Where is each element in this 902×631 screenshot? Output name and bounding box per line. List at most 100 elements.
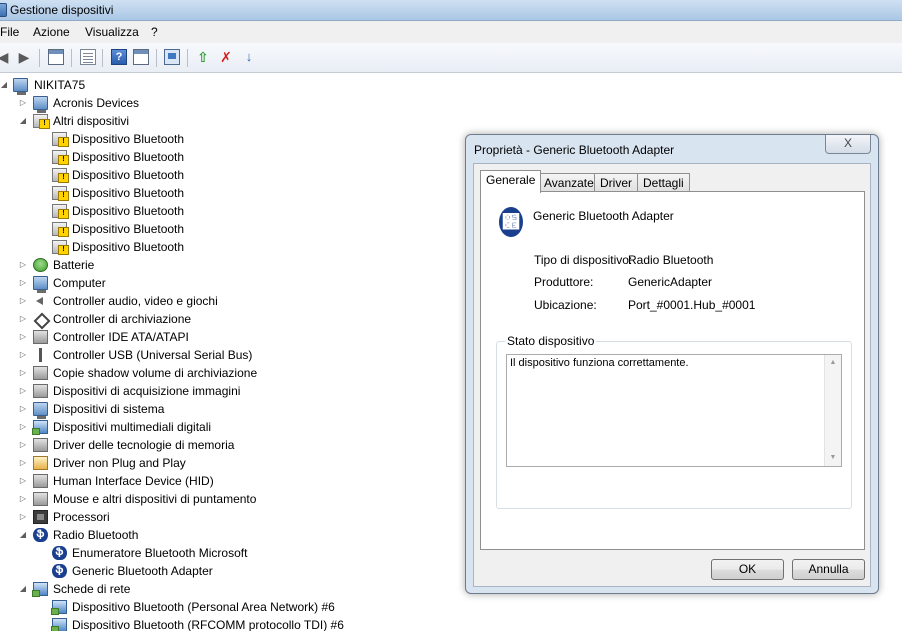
collapse-arrow-icon[interactable]: ▷ [19,454,27,472]
location-label: Ubicazione: [534,298,597,312]
tree-device[interactable]: Dispositivo Bluetooth (Personal Area Net… [0,598,460,616]
collapse-arrow-icon[interactable]: ▷ [19,382,27,400]
collapse-arrow-icon[interactable]: ▷ [19,490,27,508]
camera-icon [33,384,48,398]
plug-icon [33,456,48,470]
tab-driver[interactable]: Driver [594,173,638,193]
tree-device[interactable]: Dispositivo Bluetooth [0,148,460,166]
warning-device-icon [52,186,69,201]
collapse-arrow-icon[interactable]: ▷ [19,508,27,526]
tree-category[interactable]: ◢ ֆ Radio Bluetooth [0,526,460,544]
update-driver-icon[interactable]: ⇧ [195,49,211,65]
collapse-arrow-icon[interactable]: ▷ [19,292,27,310]
collapse-arrow-icon[interactable]: ▷ [19,472,27,490]
status-textbox[interactable]: Il dispositivo funziona correttamente. ▲… [506,354,842,467]
tree-device[interactable]: ֆ Generic Bluetooth Adapter [0,562,460,580]
scroll-down-icon[interactable]: ▼ [825,450,841,466]
tree-category[interactable]: ▷ Mouse e altri dispositivi di puntamento [0,490,460,508]
close-button[interactable]: X [825,135,871,154]
back-icon[interactable]: ◀ [0,49,11,65]
tab-generale[interactable]: Generale [480,170,542,193]
window-icon[interactable] [133,49,149,65]
tree-category[interactable]: ▷ Processori [0,508,460,526]
tree-device[interactable]: Dispositivo Bluetooth [0,184,460,202]
tree-root[interactable]: ◢ NIKITA75 [0,76,200,95]
expand-arrow-icon[interactable]: ◢ [19,580,27,598]
tree-category[interactable]: ▷ Controller IDE ATA/ATAPI [0,328,460,346]
warning-device-icon [52,132,69,147]
collapse-arrow-icon[interactable]: ▷ [19,436,27,454]
collapse-arrow-icon[interactable]: ▷ [19,328,27,346]
tree-category[interactable]: ▷ Driver non Plug and Play [0,454,460,472]
toolbar-separator [102,49,103,67]
menu-azione[interactable]: Azione [33,25,70,39]
expand-arrow-icon[interactable]: ◢ [19,112,27,130]
view-icon[interactable] [48,49,64,65]
collapse-arrow-icon[interactable]: ▷ [19,310,27,328]
tree-category[interactable]: ▷ Batterie [0,256,460,274]
tree-category[interactable]: ▷ Driver delle tecnologie di memoria [0,436,460,454]
tree-item-label: Computer [53,276,106,290]
tree-item-label: Dispositivo Bluetooth [72,240,185,254]
collapse-arrow-icon[interactable]: ▷ [19,346,27,364]
tree-device[interactable]: Dispositivo Bluetooth [0,220,460,238]
tree-category[interactable]: ▷ Copie shadow volume di archiviazione [0,364,460,382]
tree-item-label: Schede di rete [53,582,131,596]
network-icon [51,618,67,631]
collapse-arrow-icon[interactable]: ▷ [19,94,27,112]
tree-device[interactable]: Dispositivo Bluetooth [0,202,460,220]
properties-icon[interactable] [80,49,96,65]
disable-icon[interactable]: ↓ [241,49,257,65]
status-scrollbar[interactable]: ▲ ▼ [824,355,841,466]
cancel-button[interactable]: Annulla [792,559,865,580]
battery-icon [33,258,48,272]
scroll-up-icon[interactable]: ▲ [825,355,841,371]
tree-root-label: NIKITA75 [34,78,86,92]
warning-device-icon [52,150,69,165]
tree-device[interactable]: Dispositivo Bluetooth [0,166,460,184]
warning-device-icon [52,240,69,255]
ok-button[interactable]: OK [711,559,784,580]
help-icon[interactable]: ? [111,49,127,65]
tree-category[interactable]: ▷ Dispositivi di sistema [0,400,460,419]
tab-dettagli[interactable]: Dettagli [637,173,690,193]
collapse-arrow-icon[interactable]: ▷ [19,274,27,292]
tree-category[interactable]: ◢ Altri dispositivi [0,112,460,130]
menu-file[interactable]: File [0,25,19,39]
uninstall-icon[interactable]: ✗ [218,49,234,65]
collapse-arrow-icon[interactable]: ▷ [19,418,27,436]
tree-category[interactable]: ▷ Computer [0,274,460,293]
tree-category[interactable]: ▷ Acronis Devices [0,94,460,113]
tree-category[interactable]: ▷ Human Interface Device (HID) [0,472,460,490]
tree-device[interactable]: Dispositivo Bluetooth [0,238,460,256]
expand-arrow-icon[interactable]: ◢ [19,526,27,544]
tree-item-label: Controller USB (Universal Serial Bus) [53,348,253,362]
tab-avanzate[interactable]: Avanzate [538,173,600,193]
tree-category[interactable]: ▷ Dispositivi multimediali digitali [0,418,460,436]
tree-category[interactable]: ◢ Schede di rete [0,580,460,598]
computer-icon [33,402,48,419]
tree-item-label: Dispositivo Bluetooth [72,222,185,236]
tree-category[interactable]: ▷ Controller USB (Universal Serial Bus) [0,346,460,364]
tree-item-label: Dispositivo Bluetooth [72,186,185,200]
tree-device[interactable]: Dispositivo Bluetooth [0,130,460,148]
expand-arrow-icon[interactable]: ◢ [0,76,8,94]
menu-visualizza[interactable]: Visualizza [85,25,139,39]
tree-item-label: Driver non Plug and Play [53,456,186,470]
tree-item-label: Dispositivo Bluetooth [72,204,185,218]
collapse-arrow-icon[interactable]: ▷ [19,364,27,382]
tree-category[interactable]: ▷ Controller audio, video e giochi [0,292,460,310]
menu-help[interactable]: ? [151,25,158,39]
tree-item-label: Acronis Devices [53,96,140,110]
tree-category[interactable]: ▷ Dispositivi di acquisizione immagini [0,382,460,400]
collapse-arrow-icon[interactable]: ▷ [19,400,27,418]
tree-device[interactable]: Dispositivo Bluetooth (RFCOMM protocollo… [0,616,460,631]
computer-icon [33,96,48,113]
scan-icon[interactable] [164,49,180,65]
tree-category[interactable]: ▷ Controller di archiviazione [0,310,460,328]
tree-device[interactable]: ֆ Enumeratore Bluetooth Microsoft [0,544,460,562]
hid-icon [33,474,48,488]
forward-icon[interactable]: ▶ [16,49,32,65]
collapse-arrow-icon[interactable]: ▷ [19,256,27,274]
tree-item-label: Copie shadow volume di archiviazione [53,366,258,380]
